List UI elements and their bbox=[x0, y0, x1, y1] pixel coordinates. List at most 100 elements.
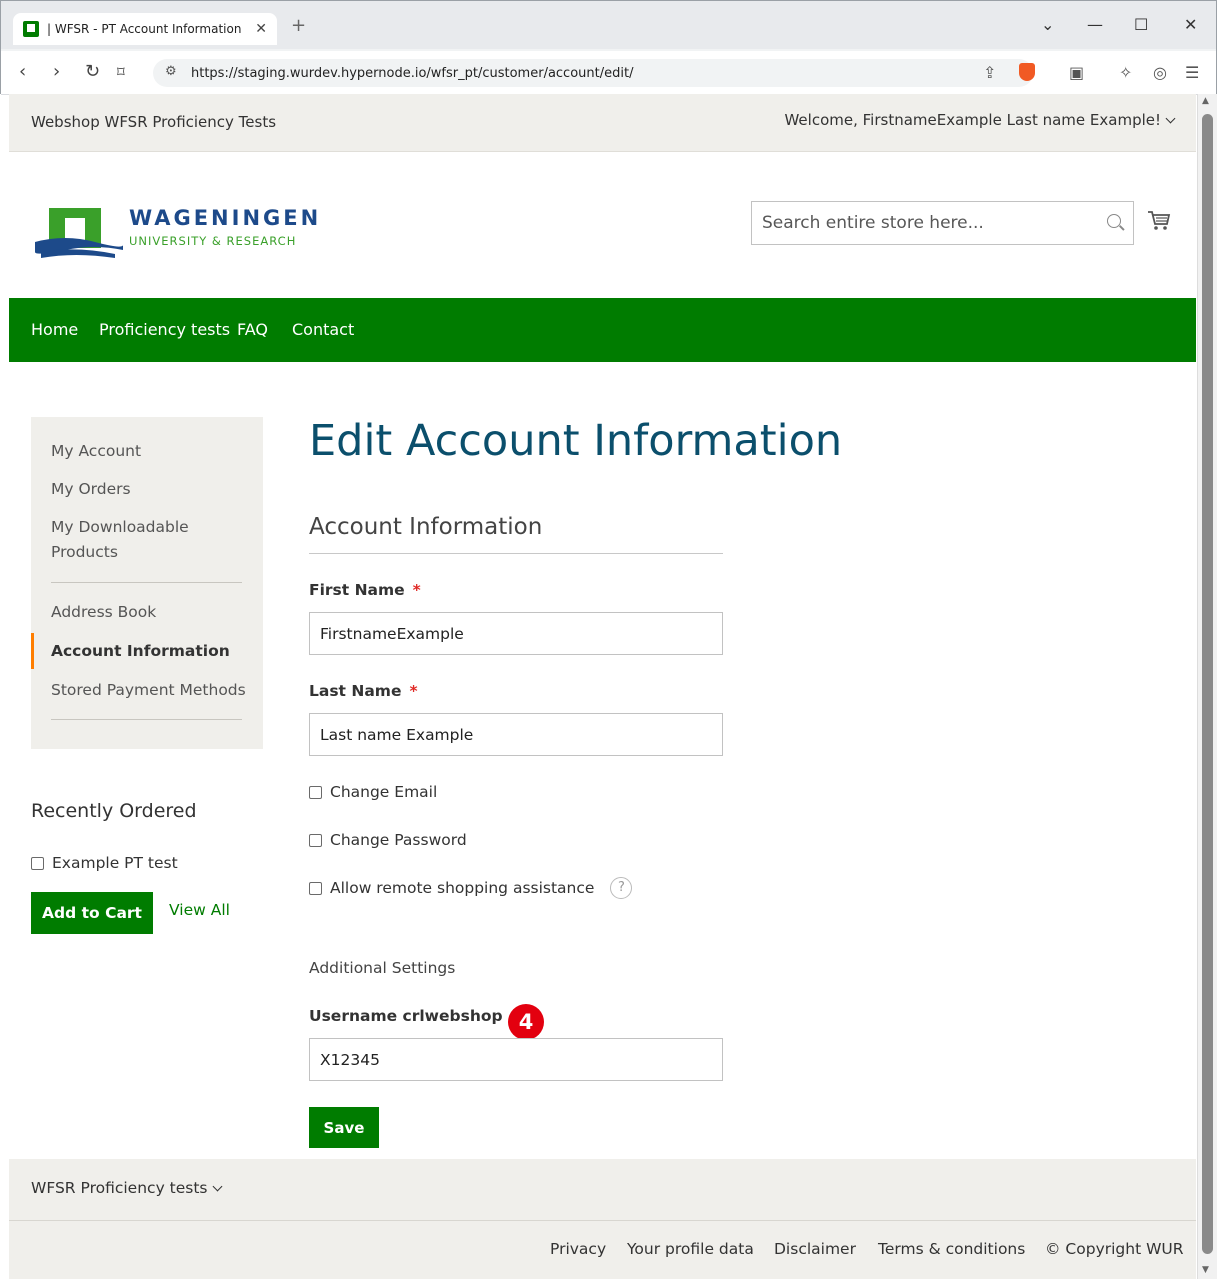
new-tab-button[interactable]: + bbox=[291, 15, 306, 36]
required-mark: * bbox=[409, 682, 418, 700]
remote-assistance-checkbox[interactable] bbox=[309, 881, 322, 895]
tab-title: | WFSR - PT Account Information bbox=[47, 22, 242, 36]
nav-faq[interactable]: FAQ bbox=[237, 320, 268, 339]
sidebar-item-account-information[interactable]: Account Information bbox=[51, 639, 230, 664]
change-password-label: Change Password bbox=[330, 831, 467, 849]
shop-name: Webshop WFSR Proficiency Tests bbox=[31, 113, 277, 131]
save-button[interactable]: Save bbox=[309, 1107, 379, 1148]
search-icon[interactable] bbox=[1107, 214, 1121, 228]
footer-top: WFSR Proficiency tests bbox=[9, 1159, 1196, 1221]
scroll-thumb[interactable] bbox=[1202, 114, 1213, 1254]
footer-link-profile-data[interactable]: Your profile data bbox=[627, 1240, 754, 1258]
last-name-value: Last name Example bbox=[320, 725, 474, 744]
window-close-icon[interactable]: ✕ bbox=[1184, 15, 1197, 34]
sidebar-item-my-downloadable-products[interactable]: My Downloadable Products bbox=[51, 515, 189, 565]
site-favicon-icon bbox=[23, 21, 39, 37]
footer-links: Privacy Your profile data Disclaimer Ter… bbox=[9, 1221, 1196, 1279]
cart-icon[interactable] bbox=[1147, 210, 1171, 232]
wur-logo-icon bbox=[35, 208, 123, 258]
scroll-down-icon[interactable]: ▼ bbox=[1202, 1265, 1209, 1275]
site-settings-icon[interactable]: ⚙ bbox=[165, 64, 177, 79]
recent-item-checkbox-row[interactable]: Example PT test bbox=[31, 854, 178, 872]
sidebar-divider bbox=[51, 719, 242, 720]
back-icon[interactable]: ‹ bbox=[19, 61, 26, 82]
change-email-row[interactable]: Change Email bbox=[309, 783, 437, 801]
change-password-row[interactable]: Change Password bbox=[309, 831, 467, 849]
tab-search-chevron-icon[interactable]: ⌄ bbox=[1041, 15, 1054, 34]
sidebar-item-my-account[interactable]: My Account bbox=[51, 439, 141, 464]
recently-ordered-title: Recently Ordered bbox=[31, 800, 197, 822]
customer-welcome-menu[interactable]: Welcome, FirstnameExample Last name Exam… bbox=[784, 111, 1176, 129]
page-title: Edit Account Information bbox=[309, 416, 843, 466]
browser-tab[interactable]: | WFSR - PT Account Information ✕ bbox=[13, 13, 277, 45]
bookmark-icon[interactable]: ⌑ bbox=[117, 63, 125, 81]
menu-icon[interactable]: ☰ bbox=[1185, 63, 1199, 82]
view-all-link[interactable]: View All bbox=[169, 901, 230, 919]
sidebar-item-stored-payment-methods[interactable]: Stored Payment Methods bbox=[51, 678, 246, 703]
first-name-label-text: First Name bbox=[309, 581, 405, 599]
vpn-shield-icon[interactable]: ◎ bbox=[1153, 63, 1167, 82]
required-mark: * bbox=[412, 581, 421, 599]
change-email-checkbox[interactable] bbox=[309, 785, 322, 799]
web-page: Webshop WFSR Proficiency Tests Welcome, … bbox=[9, 94, 1196, 1279]
main-navigation: Home Proficiency tests FAQ Contact bbox=[9, 298, 1196, 362]
last-name-field[interactable]: Last name Example bbox=[309, 713, 723, 756]
sidebar-item-my-orders[interactable]: My Orders bbox=[51, 477, 131, 502]
first-name-field[interactable]: FirstnameExample bbox=[309, 612, 723, 655]
logo-subtitle: UNIVERSITY & RESEARCH bbox=[129, 234, 297, 248]
maximize-icon[interactable]: ☐ bbox=[1134, 15, 1148, 34]
sidebar-item-label: My Downloadable bbox=[51, 518, 189, 536]
last-name-label-text: Last Name bbox=[309, 682, 402, 700]
add-to-cart-button[interactable]: Add to Cart bbox=[31, 892, 153, 934]
username-label: Username crlwebshop bbox=[309, 1007, 503, 1025]
step-number-badge: 4 bbox=[508, 1004, 544, 1040]
brave-shields-icon[interactable] bbox=[1019, 63, 1035, 81]
share-icon[interactable]: ⇪ bbox=[983, 63, 996, 82]
change-password-checkbox[interactable] bbox=[309, 833, 322, 847]
account-sidebar: My Account My Orders My Downloadable Pro… bbox=[31, 417, 263, 749]
sidebar-divider bbox=[51, 582, 242, 583]
remote-assistance-row[interactable]: Allow remote shopping assistance ? bbox=[309, 877, 633, 899]
footer-link-privacy[interactable]: Privacy bbox=[550, 1240, 606, 1258]
tab-bar: | WFSR - PT Account Information ✕ + ⌄ — … bbox=[1, 1, 1216, 49]
welcome-text: Welcome, FirstnameExample Last name Exam… bbox=[784, 111, 1161, 129]
recent-item-label: Example PT test bbox=[52, 854, 178, 872]
footer-proficiency-menu[interactable]: WFSR Proficiency tests bbox=[31, 1179, 222, 1197]
minimize-icon[interactable]: — bbox=[1087, 15, 1103, 34]
active-indicator bbox=[31, 633, 34, 669]
fieldset-divider bbox=[309, 553, 723, 554]
page-scrollbar[interactable]: ▲ ▼ bbox=[1197, 94, 1217, 1279]
username-value: X12345 bbox=[320, 1050, 380, 1069]
url-field[interactable]: ⚙ https://staging.wurdev.hypernode.io/wf… bbox=[153, 59, 1033, 87]
footer-proficiency-label: WFSR Proficiency tests bbox=[31, 1179, 208, 1197]
reader-mode-icon[interactable]: ▣ bbox=[1069, 63, 1084, 82]
last-name-label: Last Name * bbox=[309, 682, 418, 700]
logo-wordmark: WAGENINGEN bbox=[129, 206, 322, 230]
username-field[interactable]: X12345 bbox=[309, 1038, 723, 1081]
forward-icon[interactable]: › bbox=[53, 61, 60, 82]
ai-assistant-icon[interactable]: ✧ bbox=[1119, 63, 1132, 82]
footer-link-terms[interactable]: Terms & conditions bbox=[878, 1240, 1025, 1258]
fieldset-title: Account Information bbox=[309, 514, 543, 540]
tab-close-icon[interactable]: ✕ bbox=[255, 21, 267, 37]
help-icon[interactable]: ? bbox=[610, 877, 633, 899]
address-bar-row: ‹ › ↻ ⌑ ⚙ https://staging.wurdev.hyperno… bbox=[1, 51, 1216, 95]
search-box bbox=[751, 201, 1134, 245]
footer-copyright: © Copyright WUR bbox=[1045, 1240, 1184, 1258]
nav-proficiency-tests[interactable]: Proficiency tests bbox=[99, 320, 230, 339]
recent-item-checkbox[interactable] bbox=[31, 856, 44, 870]
sidebar-item-address-book[interactable]: Address Book bbox=[51, 600, 156, 625]
reload-icon[interactable]: ↻ bbox=[85, 61, 100, 82]
chevron-down-icon bbox=[1165, 113, 1176, 124]
browser-chrome: | WFSR - PT Account Information ✕ + ⌄ — … bbox=[0, 0, 1217, 95]
scroll-up-icon[interactable]: ▲ bbox=[1202, 96, 1209, 106]
nav-contact[interactable]: Contact bbox=[292, 320, 354, 339]
nav-home[interactable]: Home bbox=[31, 320, 78, 339]
search-input[interactable] bbox=[752, 202, 1082, 244]
footer-link-disclaimer[interactable]: Disclaimer bbox=[774, 1240, 856, 1258]
change-email-label: Change Email bbox=[330, 783, 438, 801]
first-name-value: FirstnameExample bbox=[320, 624, 464, 643]
first-name-label: First Name * bbox=[309, 581, 421, 599]
additional-settings-title: Additional Settings bbox=[309, 959, 456, 977]
site-logo[interactable]: WAGENINGEN UNIVERSITY & RESEARCH bbox=[35, 204, 335, 264]
